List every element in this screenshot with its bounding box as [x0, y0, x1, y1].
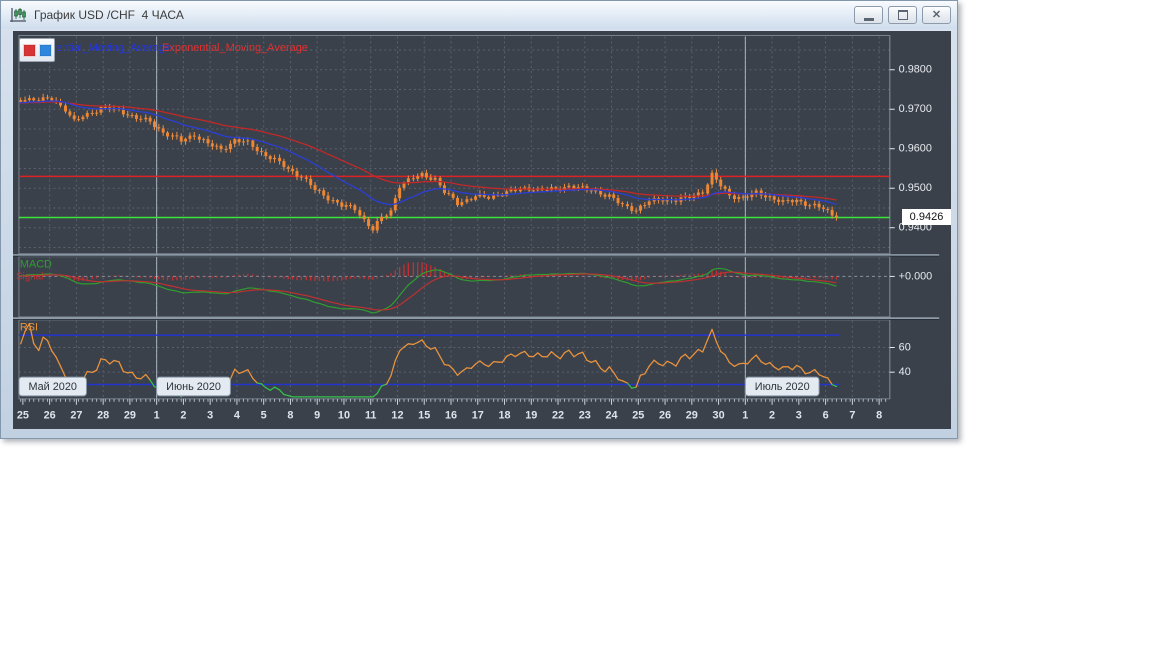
red-swatch-icon[interactable] [23, 44, 36, 57]
x-axis-day-label[interactable]: 6 [823, 410, 829, 422]
x-axis-day-label[interactable]: 28 [97, 410, 109, 422]
window-title: График USD /CHF 4 ЧАСА [34, 8, 184, 22]
price-axis-label: 0.9800 [899, 64, 932, 76]
x-axis-day-label[interactable]: 26 [44, 410, 56, 422]
x-axis-day-label[interactable]: 25 [17, 410, 29, 422]
x-axis-day-label[interactable]: 3 [796, 410, 802, 422]
macd-axis-label: +0.000 [899, 270, 933, 282]
x-axis-day-label[interactable]: 17 [472, 410, 484, 422]
x-axis-day-label[interactable]: 16 [445, 410, 457, 422]
x-axis-day-label[interactable]: 8 [287, 410, 293, 422]
x-axis-day-label[interactable]: 25 [632, 410, 644, 422]
x-axis-day-label[interactable]: 29 [124, 410, 136, 422]
x-axis-day-label[interactable]: 1 [154, 410, 160, 422]
x-axis-day-label[interactable]: 8 [876, 410, 882, 422]
x-axis-day-label[interactable]: 11 [365, 410, 376, 422]
x-axis-day-label[interactable]: 22 [552, 410, 564, 422]
restore-icon [898, 10, 908, 20]
current-price-label: 0.9426 [902, 209, 951, 225]
x-axis-day-label[interactable]: 15 [418, 410, 430, 422]
window-controls: ✕ [854, 6, 951, 24]
x-axis-day-label[interactable]: 4 [234, 410, 240, 422]
ema-slow-legend-label: Exponential_Moving_Average [162, 42, 308, 54]
chart-client: MACDSignalRSIМай 2020Июнь 2020Июль 20200… [13, 31, 951, 429]
x-axis-day-label[interactable]: 12 [391, 410, 403, 422]
x-axis-day-label[interactable]: 7 [849, 410, 855, 422]
x-axis-day-label[interactable]: 10 [338, 410, 350, 422]
chart-canvas[interactable]: MACDSignalRSIМай 2020Июнь 2020Июль 20200… [13, 31, 951, 429]
legend-swatches [19, 38, 55, 62]
x-axis-day-label[interactable]: 24 [605, 410, 617, 422]
x-axis-day-label[interactable]: 18 [498, 410, 510, 422]
rsi-axis-label: 60 [899, 341, 911, 353]
title-bar[interactable]: График USD /CHF 4 ЧАСА ✕ [1, 1, 957, 29]
macd-panel-label: MACD [20, 259, 52, 271]
close-button[interactable]: ✕ [922, 6, 951, 24]
x-axis-day-label[interactable]: 9 [314, 410, 320, 422]
x-axis-day-label[interactable]: 27 [70, 410, 82, 422]
minimize-button[interactable] [854, 6, 883, 24]
macd-signal-label: Signal [16, 271, 43, 282]
x-axis-day-label[interactable]: 1 [742, 410, 748, 422]
month-label: Май 2020 [28, 381, 76, 393]
month-label: Июль 2020 [755, 381, 810, 393]
minimize-icon [864, 18, 874, 21]
price-axis-label: 0.9500 [899, 182, 932, 194]
blue-swatch-icon[interactable] [39, 44, 52, 57]
x-axis-day-label[interactable]: 30 [713, 410, 725, 422]
x-axis-day-label[interactable]: 23 [579, 410, 591, 422]
x-axis-day-label[interactable]: 5 [261, 410, 267, 422]
chart-window: График USD /CHF 4 ЧАСА ✕ MACDSignalRSIМа… [0, 0, 958, 439]
x-axis-day-label[interactable]: 19 [525, 410, 537, 422]
x-axis-day-label[interactable]: 2 [180, 410, 186, 422]
x-axis-day-label[interactable]: 3 [207, 410, 213, 422]
restore-button[interactable] [888, 6, 917, 24]
price-axis-label: 0.9600 [899, 143, 932, 155]
x-axis-day-label[interactable]: 29 [686, 410, 698, 422]
close-icon: ✕ [932, 10, 941, 21]
price-axis-label: 0.9700 [899, 103, 932, 115]
candlestick-chart-icon [9, 7, 28, 24]
x-axis-day-label[interactable]: 2 [769, 410, 775, 422]
rsi-axis-label: 40 [899, 366, 911, 378]
x-axis-day-label[interactable]: 26 [659, 410, 671, 422]
month-label: Июнь 2020 [166, 381, 221, 393]
